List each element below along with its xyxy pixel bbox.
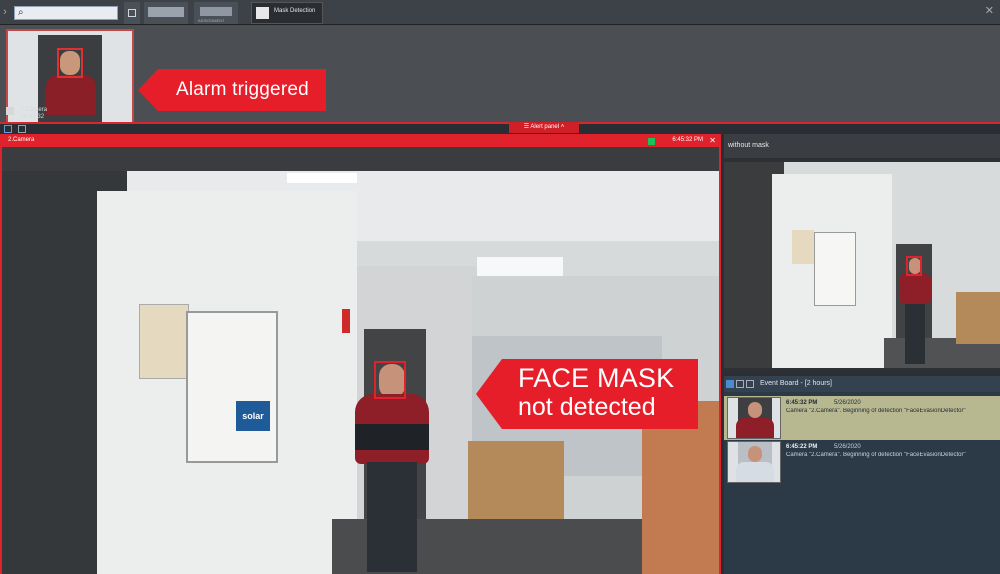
person-legs <box>367 462 417 572</box>
face-detection-box <box>906 256 922 276</box>
layout-preview-2 <box>200 7 232 16</box>
expand-arrow-icon[interactable]: › <box>0 2 10 23</box>
layout-preview-1 <box>148 7 184 17</box>
search-icon: ⌕ <box>18 7 24 18</box>
layout-grid-tab[interactable] <box>124 2 140 24</box>
camera-icon <box>6 107 14 115</box>
event-board-header: Event Board - [2 hours] <box>724 376 1000 392</box>
layout-tab-2[interactable]: ASSIGNMENT <box>194 2 238 24</box>
exit-sign <box>342 309 350 333</box>
list-view-icon[interactable] <box>726 380 734 388</box>
callout-arrow <box>138 69 158 111</box>
event-time: 6:45:32 PM <box>786 400 818 406</box>
cardboard-boxes <box>956 292 1000 344</box>
layout-icon-1[interactable] <box>4 125 12 133</box>
close-icon[interactable]: ✕ <box>985 4 994 17</box>
event-board-title: Event Board - [2 hours] <box>760 380 832 387</box>
top-toolbar: › ⌕ ASSIGNMENT Mask Detection ✕ <box>0 0 1000 25</box>
event-description: Camera "2.Camera". Beginning of detectio… <box>786 408 966 414</box>
tile-view-icon[interactable] <box>746 380 754 388</box>
alarm-camera-name: 2.Camera <box>20 107 48 113</box>
poster <box>792 230 814 264</box>
event-description: Camera "2.Camera". Beginning of detectio… <box>786 452 966 458</box>
thumb-body <box>736 418 774 438</box>
ceiling-light <box>287 173 357 183</box>
layout-icon <box>256 7 269 19</box>
thumb-body <box>736 462 774 482</box>
event-board: Event Board - [2 hours] 6:45:32 PM 5/26/… <box>724 376 1000 574</box>
grid-icon <box>128 9 136 17</box>
without-mask-header: without mask <box>724 134 1000 158</box>
event-row[interactable]: 6:45:32 PM 5/26/2020 Camera "2.Camera". … <box>724 396 1000 440</box>
thumb-head <box>748 402 762 418</box>
play-icon[interactable] <box>648 138 655 145</box>
event-thumbnail <box>727 397 781 439</box>
alarm-strip: 2.Camera 16:45:32 Alarm triggered <box>0 25 1000 127</box>
thumb-head <box>748 446 762 462</box>
tab-mask-detection[interactable]: Mask Detection <box>251 2 323 24</box>
main-camera-label: 2.Camera <box>8 137 35 143</box>
face-mask-callout-line2: not detected <box>518 393 656 421</box>
event-thumbnail <box>727 441 781 483</box>
main-camera-view[interactable]: 2.Camera 6:45:32 PM ✕ solar FACE MASK no… <box>0 134 721 574</box>
grid-view-icon[interactable] <box>736 380 744 388</box>
without-mask-view[interactable]: without mask <box>724 134 1000 372</box>
close-icon[interactable]: ✕ <box>709 136 716 145</box>
face-mask-callout-line1: FACE MASK <box>518 363 675 393</box>
thumb-body <box>46 75 96 115</box>
main-camera-subheader <box>2 147 719 171</box>
layout-tab-1[interactable] <box>144 2 188 24</box>
without-mask-title: without mask <box>728 142 769 149</box>
alarm-callout: Alarm triggered <box>138 69 326 111</box>
event-row[interactable]: 6:45:22 PM 5/26/2020 Camera "2.Camera". … <box>724 440 1000 484</box>
side-video-frame <box>724 162 1000 368</box>
whiteboard <box>814 232 856 306</box>
alert-panel-toggle[interactable]: ☰ Alert panel ˄ <box>509 122 579 133</box>
alert-panel-label: Alert panel <box>530 124 560 130</box>
alert-bar <box>0 122 1000 134</box>
alarm-camera-info: 2.Camera 16:45:32 <box>6 107 47 121</box>
chevron-up-icon: ˄ <box>559 124 565 130</box>
person-legs <box>905 304 925 364</box>
solar-logo: solar <box>236 401 270 431</box>
face-detection-box <box>57 48 83 78</box>
whiteboard: solar <box>186 311 278 463</box>
camera-video-frame: solar FACE MASK not detected <box>2 171 719 574</box>
main-camera-time: 6:45:32 PM <box>672 137 703 143</box>
alarm-camera-time: 16:45:32 <box>20 114 45 120</box>
alarm-callout-text: Alarm triggered <box>176 79 309 100</box>
face-mask-callout: FACE MASK not detected <box>476 359 698 429</box>
person-torso <box>899 274 931 304</box>
face-detection-box <box>374 361 406 399</box>
person-stripe <box>355 424 429 450</box>
event-date: 5/26/2020 <box>834 400 861 406</box>
layout-icon-2[interactable] <box>18 125 26 133</box>
event-date: 5/26/2020 <box>834 444 861 450</box>
poster <box>139 304 189 379</box>
callout-arrow <box>476 359 502 429</box>
tab-mask-detection-label: Mask Detection <box>274 8 316 14</box>
event-time: 6:45:22 PM <box>786 444 818 450</box>
layout-tab-2-label: ASSIGNMENT <box>198 18 225 23</box>
main-camera-header: 2.Camera 6:45:32 PM ✕ <box>2 136 719 147</box>
search-input[interactable]: ⌕ <box>14 6 118 20</box>
